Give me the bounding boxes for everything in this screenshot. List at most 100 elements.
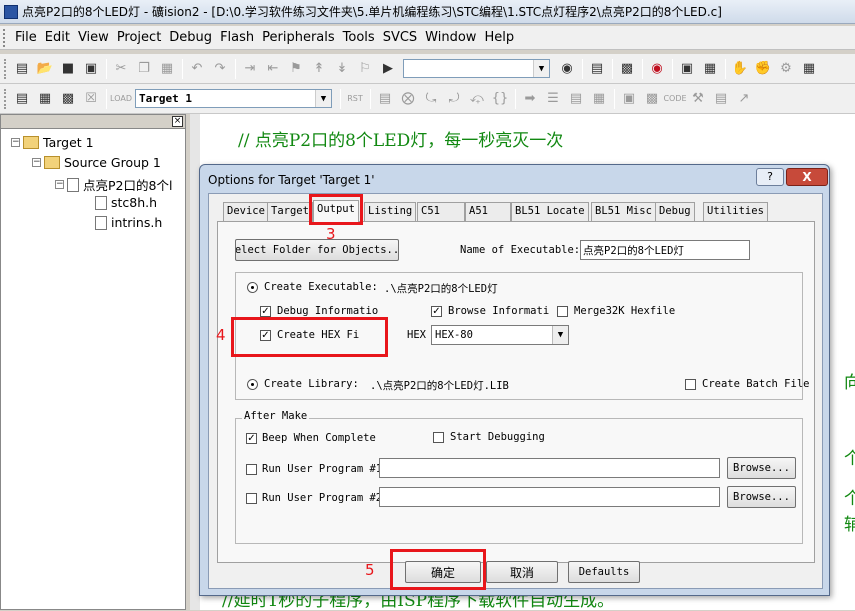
- clear-bookmarks-icon[interactable]: ⚐: [354, 58, 376, 80]
- menu-edit[interactable]: Edit: [41, 30, 74, 45]
- executable-name-input[interactable]: 点亮P2口的8个LED灯: [580, 240, 750, 260]
- project-window-icon[interactable]: ▣: [676, 58, 698, 80]
- run-to-cursor-icon[interactable]: {}: [489, 88, 511, 110]
- merge32k-checkbox[interactable]: [557, 306, 568, 317]
- step-into-icon[interactable]: ⤿: [420, 88, 442, 110]
- setup-icon[interactable]: ↗: [733, 88, 755, 110]
- halt-icon[interactable]: ⨂: [397, 88, 419, 110]
- cancel-button[interactable]: 取消: [486, 561, 558, 583]
- chevron-down-icon[interactable]: ▼: [533, 60, 549, 77]
- menu-tools[interactable]: Tools: [339, 30, 379, 45]
- translate-icon[interactable]: ▤: [11, 88, 33, 110]
- output-window-icon[interactable]: ▦: [699, 58, 721, 80]
- start-debug-checkbox[interactable]: [433, 432, 444, 443]
- next-bookmark-icon[interactable]: ↡: [331, 58, 353, 80]
- bookmark-book-icon[interactable]: ▤: [586, 58, 608, 80]
- cut-icon[interactable]: ✂: [110, 58, 132, 80]
- run-user2-checkbox[interactable]: [246, 493, 257, 504]
- tab-listing[interactable]: Listing: [364, 202, 417, 221]
- create-executable-radio[interactable]: [247, 282, 258, 293]
- prev-bookmark-icon[interactable]: ↟: [308, 58, 330, 80]
- menu-flash[interactable]: Flash: [216, 30, 258, 45]
- rebuild-icon[interactable]: ▩: [57, 88, 79, 110]
- performance-icon[interactable]: ▤: [710, 88, 732, 110]
- tree-item-c-file[interactable]: − 点亮P2口的8个l: [55, 175, 172, 194]
- disassembly-icon[interactable]: ☰: [542, 88, 564, 110]
- binoculars-icon[interactable]: ◉: [556, 58, 578, 80]
- paste-icon[interactable]: ▦: [156, 58, 178, 80]
- tab-device[interactable]: Device: [223, 202, 269, 221]
- undo-icon[interactable]: ↶: [186, 58, 208, 80]
- hand-stop-icon[interactable]: ✊: [752, 58, 774, 80]
- config-icon[interactable]: ⚙: [775, 58, 797, 80]
- menu-window[interactable]: Window: [421, 30, 480, 45]
- open-folder-icon[interactable]: 📂: [34, 58, 56, 80]
- browse1-button[interactable]: Browse...: [727, 457, 796, 479]
- watch-icon[interactable]: ▤: [565, 88, 587, 110]
- step-out-icon[interactable]: ⤽: [466, 88, 488, 110]
- browse-info-checkbox[interactable]: ✓: [431, 306, 442, 317]
- chevron-down-icon[interactable]: ▼: [552, 326, 568, 344]
- tree-item-target[interactable]: − Target 1: [11, 135, 94, 150]
- collapse-icon[interactable]: −: [11, 138, 20, 147]
- tab-bl51-locate[interactable]: BL51 Locate: [511, 202, 589, 221]
- indent-icon[interactable]: ⇥: [239, 58, 261, 80]
- copy-icon[interactable]: ❐: [133, 58, 155, 80]
- tab-c51[interactable]: C51: [417, 202, 465, 221]
- unindent-icon[interactable]: ⇤: [262, 58, 284, 80]
- menu-project[interactable]: Project: [113, 30, 165, 45]
- beep-checkbox[interactable]: ✓: [246, 433, 257, 444]
- debug-session-icon[interactable]: ◉: [646, 58, 668, 80]
- tree-item-source-group[interactable]: − Source Group 1: [32, 155, 161, 170]
- save-all-icon[interactable]: ▣: [80, 58, 102, 80]
- debug-info-checkbox[interactable]: ✓: [260, 306, 271, 317]
- close-icon[interactable]: ×: [172, 116, 183, 127]
- find-combo[interactable]: ▼: [403, 59, 550, 78]
- chevron-down-icon[interactable]: ▼: [315, 90, 331, 107]
- redo-icon[interactable]: ↷: [209, 58, 231, 80]
- collapse-icon[interactable]: −: [55, 180, 64, 189]
- step-over-icon[interactable]: ⤾: [443, 88, 465, 110]
- save-icon[interactable]: ■: [57, 58, 79, 80]
- run-icon[interactable]: ▤: [374, 88, 396, 110]
- window-list-icon[interactable]: ▦: [798, 58, 820, 80]
- tab-bl51-misc[interactable]: BL51 Misc: [591, 202, 656, 221]
- tab-target[interactable]: Target: [267, 202, 313, 221]
- print-icon[interactable]: ▩: [616, 58, 638, 80]
- code-coverage-icon[interactable]: CODE: [663, 88, 686, 110]
- run-user1-input[interactable]: [379, 458, 720, 478]
- close-button[interactable]: X: [786, 168, 828, 186]
- find-in-files-icon[interactable]: ▶: [377, 58, 399, 80]
- reset-icon[interactable]: RST: [344, 88, 366, 110]
- toolbox-icon[interactable]: ⚒: [687, 88, 709, 110]
- help-button[interactable]: ?: [756, 168, 784, 186]
- show-next-statement-icon[interactable]: ➡: [519, 88, 541, 110]
- new-file-icon[interactable]: ▤: [11, 58, 33, 80]
- download-icon[interactable]: LOAD: [110, 88, 132, 110]
- tab-debug[interactable]: Debug: [655, 202, 695, 221]
- target-select[interactable]: Target 1 ▼: [135, 89, 332, 108]
- menu-file[interactable]: File: [11, 30, 41, 45]
- defaults-button[interactable]: Defaults: [568, 561, 640, 583]
- hand-icon[interactable]: ✋: [729, 58, 751, 80]
- tree-item-include[interactable]: stc8h.h: [95, 195, 157, 210]
- menu-help[interactable]: Help: [480, 30, 518, 45]
- menu-view[interactable]: View: [74, 30, 113, 45]
- create-batch-checkbox[interactable]: [685, 379, 696, 390]
- browse2-button[interactable]: Browse...: [727, 486, 796, 508]
- build-icon[interactable]: ▦: [34, 88, 56, 110]
- serial-window-icon[interactable]: ▩: [641, 88, 663, 110]
- tab-utilities[interactable]: Utilities: [703, 202, 768, 221]
- menu-peripherals[interactable]: Peripherals: [258, 30, 339, 45]
- run-user1-checkbox[interactable]: [246, 464, 257, 475]
- menu-svcs[interactable]: SVCS: [379, 30, 421, 45]
- tree-item-include[interactable]: intrins.h: [95, 215, 162, 230]
- tab-a51[interactable]: A51: [465, 202, 511, 221]
- hex-format-select[interactable]: HEX-80 ▼: [431, 325, 569, 345]
- menu-debug[interactable]: Debug: [165, 30, 216, 45]
- select-folder-button[interactable]: Select Folder for Objects...: [235, 239, 399, 261]
- collapse-icon[interactable]: −: [32, 158, 41, 167]
- run-user2-input[interactable]: [379, 487, 720, 507]
- analyzer-icon[interactable]: ▣: [618, 88, 640, 110]
- stop-build-icon[interactable]: ☒: [80, 88, 102, 110]
